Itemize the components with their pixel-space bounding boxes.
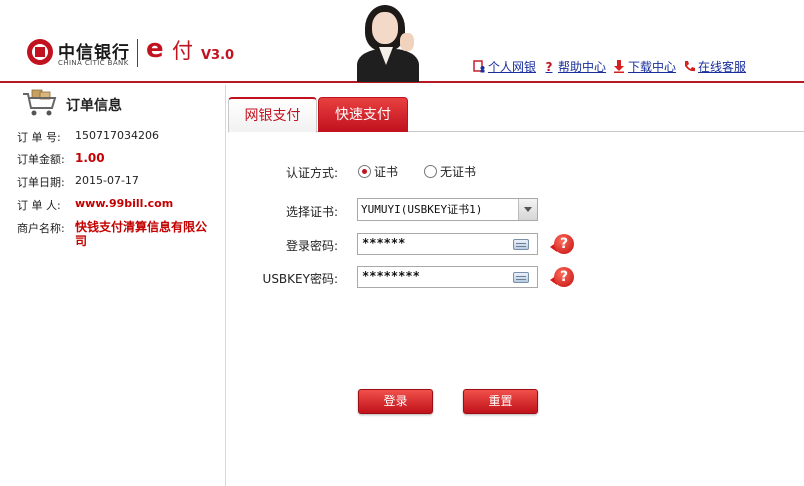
order-date-value: 2015-07-17 xyxy=(75,174,139,187)
order-date-label: 订单日期: xyxy=(17,176,65,189)
orderer-label: 订 单 人: xyxy=(17,199,61,212)
radio-no-certificate[interactable]: 无证书 xyxy=(424,163,476,180)
usbkey-password-value: ******** xyxy=(362,269,420,283)
soft-keyboard-icon[interactable] xyxy=(513,239,529,250)
orderer-row: 订 单 人: www.99bill.com xyxy=(17,197,173,213)
banner-person-image xyxy=(357,3,419,82)
merchant-label: 商户名称: xyxy=(17,222,65,235)
epay-logo-text: 付 xyxy=(172,39,193,63)
orderer-value: www.99bill.com xyxy=(75,197,174,210)
payment-tabs: 网银支付 快速支付 xyxy=(228,97,804,133)
link-label: 帮助中心 xyxy=(558,60,607,74)
citic-logo-icon xyxy=(27,39,53,65)
radio-certificate[interactable]: 证书 xyxy=(358,163,398,180)
radio-certificate-label: 证书 xyxy=(374,165,399,179)
phone-icon xyxy=(682,60,696,74)
payment-main: 网银支付 快速支付 认证方式: 证书 无证书 选择证书: YUMUYI(USBK… xyxy=(228,85,804,486)
epay-logo-letter: e xyxy=(146,34,164,64)
tab-quick-pay[interactable]: 快速支付 xyxy=(318,97,408,132)
person-icon xyxy=(472,60,486,74)
login-password-help-icon[interactable]: ? xyxy=(550,234,574,256)
auth-method-label: 认证方式: xyxy=(285,166,338,180)
usbkey-password-help-icon[interactable]: ? xyxy=(550,267,574,289)
radio-dot xyxy=(424,165,438,178)
tab-online-banking-pay[interactable]: 网银支付 xyxy=(228,97,317,133)
login-password-input[interactable]: ****** xyxy=(357,233,538,255)
order-amount-row: 订单金额: 1.00 xyxy=(17,151,105,167)
login-password-label: 登录密码: xyxy=(285,239,338,253)
link-label: 在线客服 xyxy=(698,60,747,74)
order-number-row: 订 单 号: 150717034206 xyxy=(17,129,159,145)
chevron-down-icon[interactable] xyxy=(518,199,537,220)
link-help-center[interactable]: ? 帮助中心 xyxy=(542,58,607,75)
select-cert-label: 选择证书: xyxy=(285,205,338,219)
usbkey-password-label: USBKEY密码: xyxy=(262,272,338,286)
link-personal-banking[interactable]: 个人网银 xyxy=(472,58,536,75)
top-links: 个人网银 ? 帮助中心 下载中心 在线客服 xyxy=(472,58,746,75)
auth-method-radio-group: 证书 无证书 xyxy=(358,163,476,180)
order-amount-label: 订单金额: xyxy=(17,153,65,166)
merchant-row: 商户名称: 快钱支付清算信息有限公司 xyxy=(17,220,210,248)
sidebar-title: 订单信息 xyxy=(66,98,122,114)
order-date-row: 订单日期: 2015-07-17 xyxy=(17,174,139,190)
bank-name-en: CHINA CITIC BANK xyxy=(58,59,129,67)
certificate-select-value: YUMUYI(USBKEY证书1) xyxy=(361,203,483,216)
radio-dot-selected xyxy=(358,165,371,178)
certificate-select[interactable]: YUMUYI(USBKEY证书1) xyxy=(357,198,538,221)
logo-divider xyxy=(137,39,138,67)
usbkey-password-input[interactable]: ******** xyxy=(357,266,538,288)
soft-keyboard-icon[interactable] xyxy=(513,272,529,283)
reset-button[interactable]: 重置 xyxy=(463,389,538,414)
download-arrow-icon xyxy=(612,60,626,74)
link-label: 下载中心 xyxy=(628,60,677,74)
merchant-value: 快钱支付清算信息有限公司 xyxy=(75,220,208,248)
order-info-sidebar: 订单信息 订 单 号: 150717034206 订单金额: 1.00 订单日期… xyxy=(4,85,226,486)
radio-no-certificate-label: 无证书 xyxy=(440,165,477,179)
login-password-value: ****** xyxy=(362,236,406,250)
login-button[interactable]: 登录 xyxy=(358,389,433,414)
link-label: 个人网银 xyxy=(488,60,537,74)
order-number-value: 150717034206 xyxy=(75,129,159,142)
order-number-label: 订 单 号: xyxy=(17,131,61,144)
order-amount-value: 1.00 xyxy=(75,151,105,165)
header: 中信银行 CHINA CITIC BANK e 付 V3.0 个人网银 ? 帮助… xyxy=(0,0,804,83)
question-icon: ? xyxy=(545,59,553,74)
epay-version: V3.0 xyxy=(201,48,235,63)
shopping-cart-icon xyxy=(22,88,58,118)
link-download-center[interactable]: 下载中心 xyxy=(612,58,676,75)
link-online-service[interactable]: 在线客服 xyxy=(682,58,746,75)
